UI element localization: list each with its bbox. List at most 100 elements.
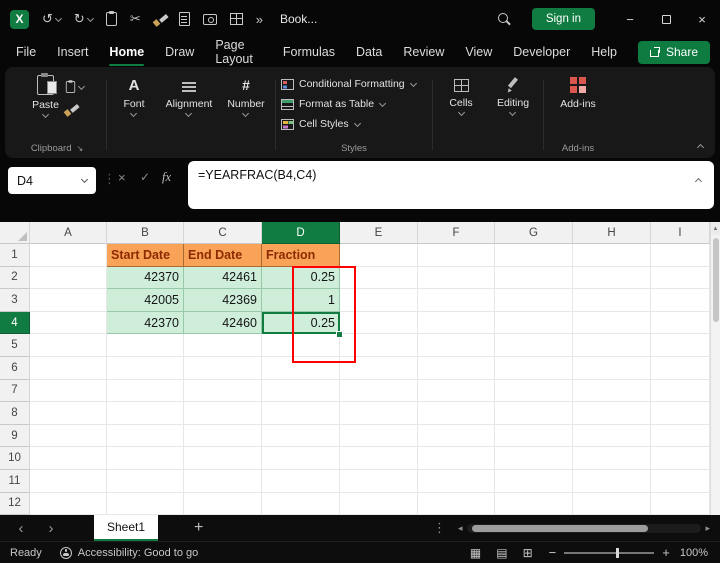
cell-D3[interactable]: 1 [262,289,340,312]
undo-button[interactable]: ↺ [42,11,62,27]
cell[interactable] [30,334,107,357]
cell[interactable] [107,334,184,357]
cell[interactable] [495,266,573,290]
row-header-1[interactable]: 1 [0,244,30,267]
cell[interactable] [340,402,418,425]
cell[interactable] [651,469,710,493]
cell[interactable] [651,311,710,335]
table-qat-button[interactable] [229,13,243,25]
row-header-2[interactable]: 2 [0,266,30,290]
zoom-slider-thumb[interactable] [616,547,620,558]
cell[interactable] [418,379,495,403]
minimize-button[interactable]: − [612,0,648,38]
format-painter-qat-button[interactable] [154,13,166,26]
accessibility-status[interactable]: Accessibility: Good to go [59,546,198,559]
search-icon[interactable] [497,12,511,26]
cell[interactable] [30,447,107,470]
row-header-6[interactable]: 6 [0,356,30,380]
cell[interactable] [184,402,262,425]
fill-handle[interactable] [336,331,343,338]
cell[interactable] [262,492,340,516]
excel-logo[interactable]: X [10,9,29,29]
sheet-tab-sheet1[interactable]: Sheet1 [94,515,159,541]
cell[interactable] [107,447,184,470]
cell[interactable] [573,402,651,425]
name-box[interactable]: D4 [8,167,96,194]
row-header-9[interactable]: 9 [0,424,30,448]
cell-B4[interactable]: 42370 [107,311,184,335]
cell[interactable] [418,424,495,448]
cell[interactable] [418,289,495,312]
menu-draw[interactable]: Draw [165,41,194,63]
cell[interactable] [30,289,107,312]
cell[interactable] [573,356,651,380]
cell[interactable] [30,424,107,448]
cell[interactable] [651,492,710,516]
cell[interactable] [30,244,107,267]
cell[interactable] [495,469,573,493]
zoom-level[interactable]: 100% [680,547,708,559]
format-as-table-button[interactable]: Format as Table [281,98,427,110]
paste-options-button[interactable] [65,80,85,94]
cell-C1[interactable]: End Date [184,244,262,267]
vertical-scrollbar-thumb[interactable] [712,238,719,322]
page-break-view-button[interactable]: ⊞ [523,546,533,560]
add-sheet-button[interactable]: + [194,519,203,537]
cell[interactable] [495,424,573,448]
cell-C4[interactable]: 42460 [184,311,262,335]
cell[interactable] [340,334,418,357]
camera-button[interactable] [202,13,217,25]
clipboard-dialog-launcher[interactable]: ↘ [76,144,83,153]
cell[interactable] [651,379,710,403]
zoom-out-button[interactable]: − [549,545,557,560]
cell[interactable] [418,266,495,290]
cell[interactable] [107,469,184,493]
cell[interactable] [107,492,184,516]
cell[interactable] [262,334,340,357]
cell[interactable] [340,492,418,516]
cell[interactable] [495,356,573,380]
row-header-8[interactable]: 8 [0,402,30,425]
cell[interactable] [340,469,418,493]
conditional-formatting-button[interactable]: Conditional Formatting [281,78,427,90]
cell[interactable] [107,379,184,403]
new-document-button[interactable] [178,12,190,26]
column-header-A[interactable]: A [30,222,107,244]
enter-button[interactable]: ✓ [140,170,150,184]
cell[interactable] [30,492,107,516]
cell[interactable] [262,402,340,425]
cell[interactable] [107,424,184,448]
row-header-5[interactable]: 5 [0,334,30,357]
cell-B2[interactable]: 42370 [107,266,184,290]
cell[interactable] [651,424,710,448]
select-all-button[interactable] [0,222,30,244]
cell[interactable] [418,334,495,357]
redo-button[interactable]: ↻ [74,11,94,27]
cell[interactable] [262,356,340,380]
page-layout-view-button[interactable]: ▤ [496,546,507,560]
row-header-3[interactable]: 3 [0,289,30,312]
cell[interactable] [340,244,418,267]
previous-sheet-button[interactable]: ‹ [12,520,30,537]
cell[interactable] [418,356,495,380]
paste-qat-button[interactable] [105,11,117,26]
cell[interactable] [418,311,495,335]
cell[interactable] [651,447,710,470]
menu-developer[interactable]: Developer [513,41,570,63]
cell[interactable] [573,379,651,403]
share-button[interactable]: Share [637,40,710,64]
font-group-button[interactable]: A Font [121,72,146,119]
cell[interactable] [651,402,710,425]
cell-D4-active[interactable]: 0.25 [262,311,340,335]
menu-review[interactable]: Review [403,41,444,63]
cell-C3[interactable]: 42369 [184,289,262,312]
column-header-B[interactable]: B [107,222,184,244]
cell[interactable] [30,379,107,403]
cell-C2[interactable]: 42461 [184,266,262,290]
cell[interactable] [651,289,710,312]
cell[interactable] [418,244,495,267]
menu-home[interactable]: Home [109,41,144,66]
column-header-H[interactable]: H [573,222,651,244]
cell[interactable] [573,447,651,470]
paste-button[interactable]: Paste [30,72,61,120]
